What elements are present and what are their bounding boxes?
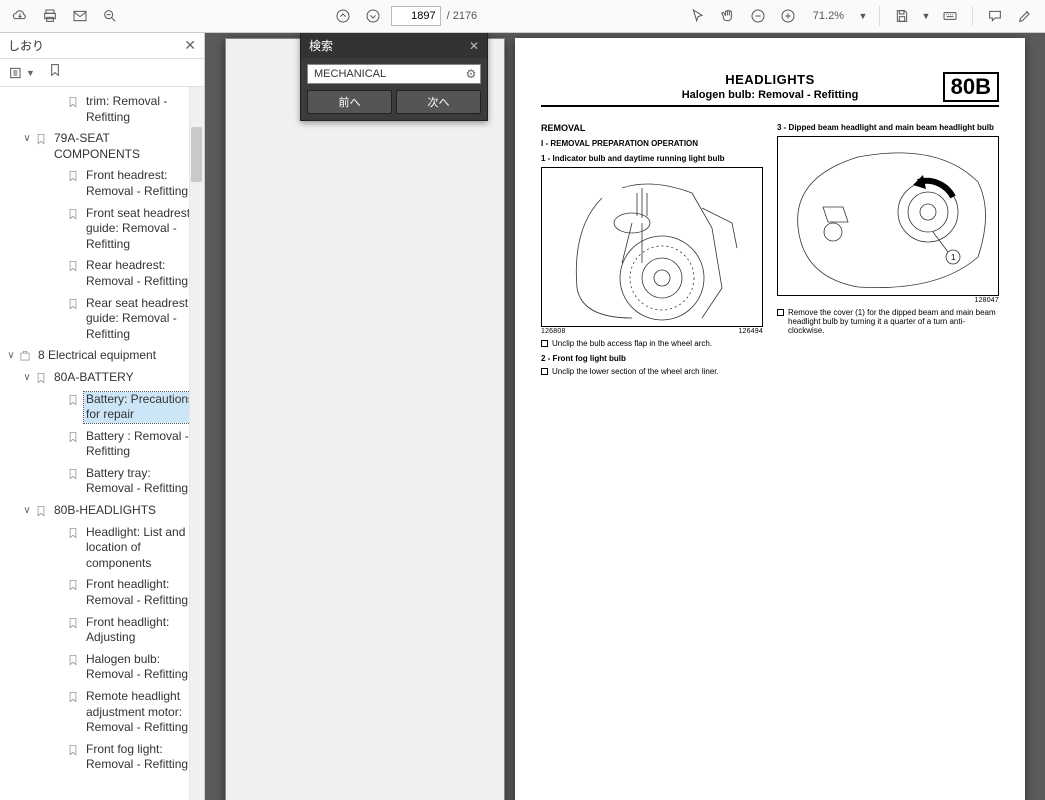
search-panel-title: 検索 bbox=[309, 37, 333, 54]
zoom-out-icon[interactable] bbox=[98, 4, 122, 28]
doc-note: Unclip the bulb access flap in the wheel… bbox=[541, 339, 763, 348]
bookmark-item[interactable]: ∨79A-SEAT COMPONENTS bbox=[0, 128, 204, 165]
bookmark-item[interactable]: Front seat headrest guide: Removal - Ref… bbox=[0, 203, 204, 256]
bookmark-item[interactable]: trim: Removal - Refitting bbox=[0, 91, 204, 128]
bookmark-item[interactable]: ∨80B-HEADLIGHTS bbox=[0, 500, 204, 522]
keyboard-icon[interactable] bbox=[938, 4, 962, 28]
bookmarks-sidebar: しおり ✕ ▼ trim: Removal - Refitting ∨79A-S… bbox=[0, 33, 205, 800]
bookmark-item[interactable]: Front headrest: Removal - Refitting bbox=[0, 165, 204, 202]
figure-caption: 128047 bbox=[777, 297, 999, 304]
edit-icon[interactable] bbox=[1013, 4, 1037, 28]
bookmark-item[interactable]: ∨80A-BATTERY bbox=[0, 367, 204, 389]
figure-2: 1 bbox=[777, 136, 999, 296]
zoom-minus-icon[interactable] bbox=[746, 4, 770, 28]
doc-note: Remove the cover (1) for the dipped beam… bbox=[777, 308, 999, 335]
save-dropdown-icon[interactable]: ▼ bbox=[920, 4, 932, 28]
search-prev-button[interactable]: 前へ bbox=[307, 90, 392, 114]
doc-heading: 1 - Indicator bulb and daytime running l… bbox=[541, 154, 763, 163]
bookmark-item[interactable]: Halogen bulb: Removal - Refitting bbox=[0, 649, 204, 686]
page-total-label: / 2176 bbox=[447, 10, 478, 22]
svg-text:1: 1 bbox=[951, 253, 956, 262]
bookmark-item-selected[interactable]: Battery: Precautions for repair bbox=[0, 389, 204, 426]
search-input[interactable] bbox=[308, 65, 462, 83]
page-down-icon[interactable] bbox=[361, 4, 385, 28]
bookmark-item[interactable]: Rear seat headrest guide: Removal - Refi… bbox=[0, 293, 204, 346]
bookmark-item[interactable]: Front headlight: Adjusting bbox=[0, 612, 204, 649]
search-next-button[interactable]: 次へ bbox=[396, 90, 481, 114]
bookmark-item[interactable]: ∨8 Electrical equipment bbox=[0, 345, 204, 367]
bookmark-item[interactable]: Battery tray: Removal - Refitting bbox=[0, 463, 204, 500]
pdf-viewer[interactable]: 検索 ✕ ⚙ 前へ 次へ HEADLIGHTS Halogen bulb: Re… bbox=[205, 33, 1045, 800]
search-close-icon[interactable]: ✕ bbox=[469, 39, 479, 53]
doc-heading: I - REMOVAL PREPARATION OPERATION bbox=[541, 139, 763, 148]
bookmark-tree[interactable]: trim: Removal - Refitting ∨79A-SEAT COMP… bbox=[0, 87, 204, 800]
bookmark-item[interactable]: Battery : Removal - Refitting bbox=[0, 426, 204, 463]
sidebar-title: しおり bbox=[8, 37, 44, 54]
doc-subtitle: Halogen bulb: Removal - Refitting bbox=[541, 89, 999, 101]
email-icon[interactable] bbox=[68, 4, 92, 28]
search-panel: 検索 ✕ ⚙ 前へ 次へ bbox=[300, 33, 488, 121]
search-settings-icon[interactable]: ⚙ bbox=[462, 67, 480, 81]
sidebar-bookmark-icon[interactable] bbox=[47, 62, 63, 83]
bookmark-item[interactable]: Rear headrest: Removal - Refitting bbox=[0, 255, 204, 292]
save-icon[interactable] bbox=[890, 4, 914, 28]
doc-heading: 2 - Front fog light bulb bbox=[541, 354, 763, 363]
cloud-download-icon[interactable] bbox=[8, 4, 32, 28]
doc-title: HEADLIGHTS bbox=[541, 72, 999, 87]
previous-page-edge bbox=[225, 38, 505, 800]
doc-heading: REMOVAL bbox=[541, 123, 763, 133]
bookmark-item[interactable]: Front fog light: Removal - Refitting bbox=[0, 739, 204, 776]
bookmark-item[interactable]: Front headlight: Removal - Refitting bbox=[0, 574, 204, 611]
bookmark-item[interactable]: Remote headlight adjustment motor: Remov… bbox=[0, 686, 204, 739]
page-up-icon[interactable] bbox=[331, 4, 355, 28]
sidebar-scrollbar[interactable] bbox=[189, 87, 204, 800]
doc-note: Unclip the lower section of the wheel ar… bbox=[541, 367, 763, 376]
pointer-icon[interactable] bbox=[686, 4, 710, 28]
doc-heading: 3 - Dipped beam headlight and main beam … bbox=[777, 123, 999, 132]
zoom-plus-icon[interactable] bbox=[776, 4, 800, 28]
comment-icon[interactable] bbox=[983, 4, 1007, 28]
bookmark-item[interactable]: Headlight: List and location of componen… bbox=[0, 522, 204, 575]
zoom-level-label[interactable]: 71.2% bbox=[806, 7, 851, 25]
document-page: HEADLIGHTS Halogen bulb: Removal - Refit… bbox=[515, 38, 1025, 800]
sidebar-close-icon[interactable]: ✕ bbox=[184, 37, 196, 54]
figure-caption: 126808126494 bbox=[541, 328, 763, 335]
zoom-dropdown-icon[interactable]: ▼ bbox=[857, 4, 869, 28]
top-toolbar: / 2176 71.2% ▼ ▼ bbox=[0, 0, 1045, 33]
hand-icon[interactable] bbox=[716, 4, 740, 28]
sidebar-options-icon[interactable]: ▼ bbox=[8, 65, 35, 81]
doc-section-code: 80B bbox=[943, 72, 999, 102]
figure-1 bbox=[541, 167, 763, 327]
page-number-input[interactable] bbox=[391, 6, 441, 26]
print-icon[interactable] bbox=[38, 4, 62, 28]
